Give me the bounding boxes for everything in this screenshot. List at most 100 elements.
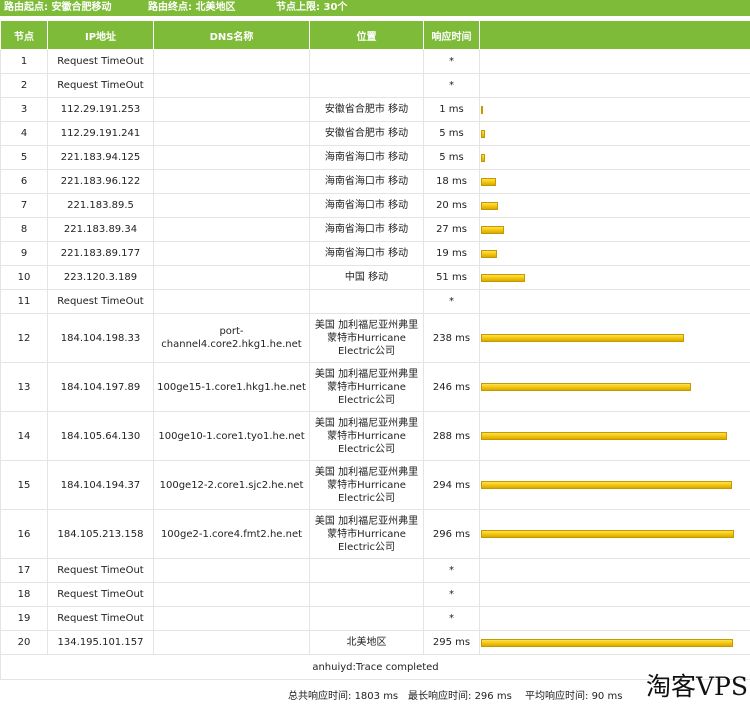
latency-bar-cell xyxy=(479,509,750,559)
route-end: 路由终点: 北美地区 xyxy=(148,0,235,16)
dns-cell xyxy=(153,49,310,74)
col-response-time: 响应时间 xyxy=(423,20,480,50)
latency-bar xyxy=(481,153,485,162)
table-row: 7 221.183.89.5 海南省海口市 移动 20 ms xyxy=(0,193,750,218)
table-row: 14 184.105.64.130 100ge10-1.core1.tyo1.he.… xyxy=(0,411,750,461)
location-cell xyxy=(309,582,424,607)
max-response: 最长响应时间: 296 ms xyxy=(408,688,512,706)
latency-bar xyxy=(481,249,497,258)
hop-cell: 18 xyxy=(0,582,48,607)
ip-cell: Request TimeOut xyxy=(47,289,154,314)
ip-cell: Request TimeOut xyxy=(47,606,154,631)
latency-bar-cell xyxy=(479,289,750,314)
dns-cell xyxy=(153,630,310,655)
latency-bar-cell xyxy=(479,265,750,290)
route-summary-bar: 路由起点: 安徽合肥移动 路由终点: 北美地区 节点上限: 30个 xyxy=(0,0,750,16)
ip-cell: 184.104.198.33 xyxy=(47,313,154,363)
location-cell xyxy=(309,289,424,314)
latency-bar-cell xyxy=(479,193,750,218)
ip-cell: 221.183.94.125 xyxy=(47,145,154,170)
dns-cell xyxy=(153,558,310,583)
hop-cell: 15 xyxy=(0,460,48,510)
table-row: 20 134.195.101.157 北美地区 295 ms xyxy=(0,630,750,655)
latency-bar xyxy=(481,638,733,647)
location-cell: 美国 加利福尼亚州弗里蒙特市Hurricane Electric公司 xyxy=(309,411,424,461)
latency-bar xyxy=(481,432,727,440)
dns-cell xyxy=(153,73,310,98)
location-cell: 美国 加利福尼亚州弗里蒙特市Hurricane Electric公司 xyxy=(309,509,424,559)
table-row: 18 Request TimeOut * xyxy=(0,582,750,607)
ip-cell: Request TimeOut xyxy=(47,49,154,74)
response-time-cell: 27 ms xyxy=(423,217,480,242)
response-time-cell: 294 ms xyxy=(423,460,480,510)
hop-cell: 3 xyxy=(0,97,48,122)
hop-cell: 2 xyxy=(0,73,48,98)
latency-bar-cell xyxy=(479,630,750,655)
dns-cell xyxy=(153,241,310,266)
dns-cell xyxy=(153,145,310,170)
hop-cell: 12 xyxy=(0,313,48,363)
dns-cell xyxy=(153,217,310,242)
location-cell: 美国 加利福尼亚州弗里蒙特市Hurricane Electric公司 xyxy=(309,362,424,412)
ip-cell: 112.29.191.241 xyxy=(47,121,154,146)
table-row: 8 221.183.89.34 海南省海口市 移动 27 ms xyxy=(0,217,750,242)
latency-bar xyxy=(481,105,483,114)
dns-cell: 100ge2-1.core4.fmt2.he.net xyxy=(153,509,310,559)
dns-cell: 100ge15-1.core1.hkg1.he.net xyxy=(153,362,310,412)
latency-bar-cell xyxy=(479,558,750,583)
table-row: 1 Request TimeOut * xyxy=(0,49,750,74)
location-cell: 中国 移动 xyxy=(309,265,424,290)
table-row: 3 112.29.191.253 安徽省合肥市 移动 1 ms xyxy=(0,97,750,122)
dns-cell xyxy=(153,265,310,290)
table-row: 13 184.104.197.89 100ge15-1.core1.hkg1.he.… xyxy=(0,362,750,412)
hop-cell: 5 xyxy=(0,145,48,170)
response-time-cell: 296 ms xyxy=(423,509,480,559)
ip-cell: 221.183.89.5 xyxy=(47,193,154,218)
ip-cell: 112.29.191.253 xyxy=(47,97,154,122)
latency-bar xyxy=(481,225,504,234)
response-time-cell: 246 ms xyxy=(423,362,480,412)
hop-cell: 10 xyxy=(0,265,48,290)
latency-bar xyxy=(481,530,734,538)
hop-limit-label: 节点上限: xyxy=(276,2,320,13)
response-time-cell: 1 ms xyxy=(423,97,480,122)
location-cell: 安徽省合肥市 移动 xyxy=(309,121,424,146)
hop-cell: 8 xyxy=(0,217,48,242)
table-row: 17 Request TimeOut * xyxy=(0,558,750,583)
table-row: 6 221.183.96.122 海南省海口市 移动 18 ms xyxy=(0,169,750,194)
dns-cell xyxy=(153,97,310,122)
ip-cell: 184.104.197.89 xyxy=(47,362,154,412)
max-response-label: 最长响应时间: xyxy=(408,691,472,702)
hop-cell: 1 xyxy=(0,49,48,74)
response-time-cell: 5 ms xyxy=(423,121,480,146)
hop-limit-value: 30个 xyxy=(323,2,348,13)
response-time-cell: 295 ms xyxy=(423,630,480,655)
route-start-value: 安徽合肥移动 xyxy=(51,2,112,13)
ip-cell: 184.104.194.37 xyxy=(47,460,154,510)
latency-bar-cell xyxy=(479,217,750,242)
stats-line: 总共响应时间: 1803 ms 最长响应时间: 296 ms 平均响应时间: 9… xyxy=(0,688,750,706)
response-time-cell: * xyxy=(423,558,480,583)
ip-cell: Request TimeOut xyxy=(47,558,154,583)
table-row: 11 Request TimeOut * xyxy=(0,289,750,314)
avg-response: 平均响应时间: 90 ms xyxy=(525,688,622,706)
location-cell xyxy=(309,606,424,631)
response-time-cell: * xyxy=(423,49,480,74)
hop-cell: 19 xyxy=(0,606,48,631)
hop-cell: 4 xyxy=(0,121,48,146)
location-cell xyxy=(309,49,424,74)
dns-cell xyxy=(153,289,310,314)
table-row: 12 184.104.198.33 port-channel4.core2.hkg1… xyxy=(0,313,750,363)
hop-limit: 节点上限: 30个 xyxy=(276,0,347,16)
response-time-cell: * xyxy=(423,73,480,98)
col-dns: DNS名称 xyxy=(153,20,310,50)
ip-cell: 221.183.89.177 xyxy=(47,241,154,266)
latency-bar-cell xyxy=(479,97,750,122)
ip-cell: 223.120.3.189 xyxy=(47,265,154,290)
hop-cell: 6 xyxy=(0,169,48,194)
latency-bar-cell xyxy=(479,145,750,170)
location-cell xyxy=(309,558,424,583)
latency-bar-cell xyxy=(479,460,750,510)
latency-bar-cell xyxy=(479,49,750,74)
table-row: 15 184.104.194.37 100ge12-2.core1.sjc2.he.… xyxy=(0,460,750,510)
